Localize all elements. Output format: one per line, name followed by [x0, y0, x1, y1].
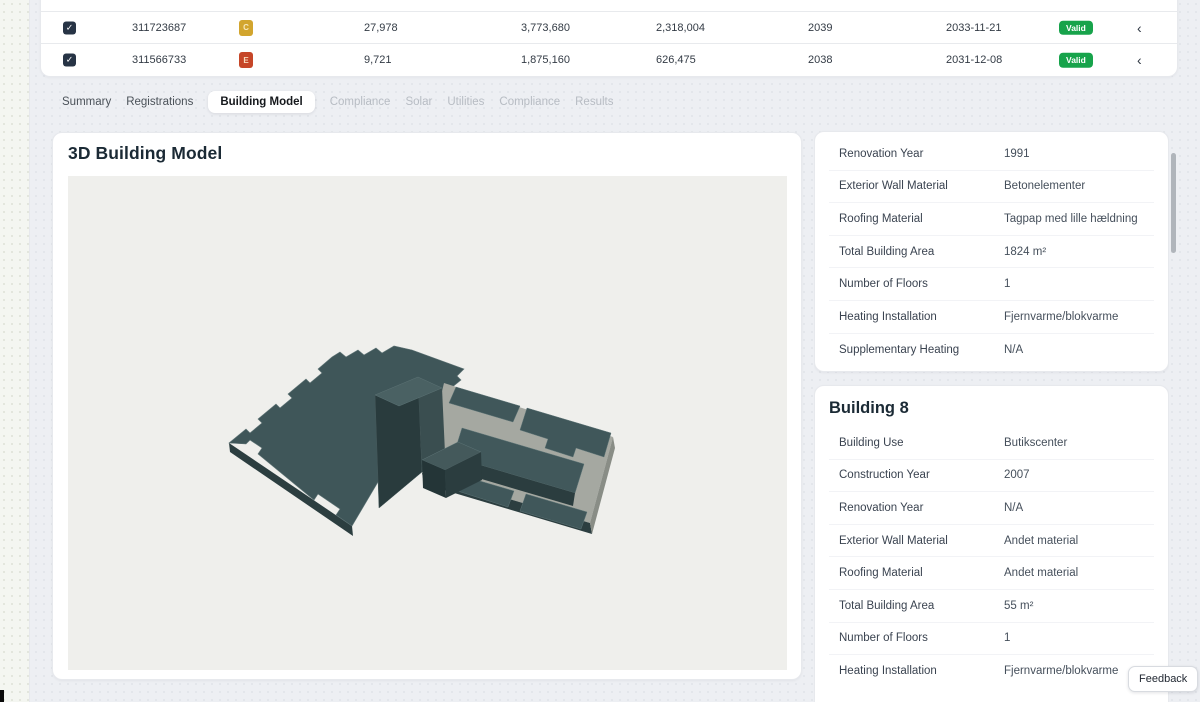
building-3d-viewport[interactable]: [68, 176, 787, 670]
valid-until-date: 2033-11-21: [946, 22, 1001, 34]
detail-row: Construction Year 2007: [829, 460, 1154, 493]
building-8-rows: Building Use Butikscenter Construction Y…: [829, 427, 1154, 688]
tab[interactable]: Compliance: [499, 96, 560, 108]
chevron-left-icon[interactable]: ‹: [1137, 20, 1142, 36]
detail-value: Betonelementer: [1004, 180, 1085, 192]
detail-value: 55 m²: [1004, 600, 1033, 612]
value-c: 626,475: [656, 54, 696, 66]
detail-label: Roofing Material: [839, 213, 923, 225]
tab[interactable]: Building Model: [208, 91, 314, 113]
detail-label: Building Use: [839, 437, 904, 449]
card-title: Building 8: [829, 386, 1154, 427]
dotted-sidebar-strip: [0, 0, 30, 702]
detail-label: Total Building Area: [839, 246, 934, 258]
detail-label: Number of Floors: [839, 278, 928, 290]
tab[interactable]: Results: [575, 96, 613, 108]
energy-label-badge: C: [239, 20, 253, 36]
feedback-button[interactable]: Feedback: [1128, 666, 1198, 692]
detail-row: Total Building Area 55 m²: [829, 590, 1154, 623]
detail-row: Heating Installation Fjernvarme/blokvarm…: [829, 301, 1154, 334]
details-column: Renovation Year 1991 Exterior Wall Mater…: [814, 130, 1169, 702]
detail-row: Renovation Year 1991: [829, 138, 1154, 171]
detail-value: Butikscenter: [1004, 437, 1067, 449]
detail-row: Roofing Material Tagpap med lille hældni…: [829, 203, 1154, 236]
detail-value: Andet material: [1004, 567, 1078, 579]
detail-label: Exterior Wall Material: [839, 535, 948, 547]
detail-row: Exterior Wall Material Andet material: [829, 525, 1154, 558]
detail-row: Renovation Year N/A: [829, 492, 1154, 525]
table-row[interactable]: ✓ 311566733 E 9,721 1,875,160 626,475 20…: [41, 44, 1177, 76]
page-title: 3D Building Model: [68, 143, 222, 164]
detail-label: Heating Installation: [839, 665, 937, 677]
detail-value: Tagpap med lille hældning: [1004, 213, 1138, 225]
detail-value: 1: [1004, 278, 1010, 290]
corner-notch: [0, 690, 4, 702]
table-row[interactable]: ✓ 311723687 C 27,978 3,773,680 2,318,004…: [41, 12, 1177, 44]
building-id: 311566733: [132, 54, 186, 66]
value-b: 3,773,680: [521, 22, 570, 34]
detail-row: Exterior Wall Material Betonelementer: [829, 171, 1154, 204]
detail-label: Roofing Material: [839, 567, 923, 579]
value-b: 1,875,160: [521, 54, 570, 66]
tab[interactable]: Solar: [405, 96, 432, 108]
valid-until-date: 2031-12-08: [946, 54, 1002, 66]
model-panel: 3D Building Model: [52, 132, 802, 680]
app-root: { "icons": { "check": "✓", "chevron_left…: [0, 0, 1200, 702]
detail-value: N/A: [1004, 344, 1023, 356]
detail-value: N/A: [1004, 502, 1023, 514]
detail-row: Heating Installation Fjernvarme/blokvarm…: [829, 655, 1154, 688]
detail-label: Supplementary Heating: [839, 344, 959, 356]
value-a: 9,721: [364, 54, 392, 66]
year: 2038: [808, 54, 832, 66]
status-badge: Valid: [1059, 20, 1093, 35]
detail-value: Fjernvarme/blokvarme: [1004, 665, 1118, 677]
detail-row: Supplementary Heating N/A: [829, 334, 1154, 367]
detail-label: Construction Year: [839, 469, 930, 481]
detail-value: 1: [1004, 632, 1010, 644]
row-checkbox[interactable]: ✓: [63, 54, 76, 67]
detail-value: 2007: [1004, 469, 1030, 481]
detail-row: Total Building Area 1824 m²: [829, 236, 1154, 269]
detail-value: Fjernvarme/blokvarme: [1004, 311, 1118, 323]
detail-label: Heating Installation: [839, 311, 937, 323]
building-details-card: Renovation Year 1991 Exterior Wall Mater…: [814, 131, 1169, 372]
tab[interactable]: Compliance: [330, 96, 391, 108]
detail-label: Renovation Year: [839, 502, 923, 514]
value-c: 2,318,004: [656, 22, 705, 34]
row-checkbox[interactable]: ✓: [63, 21, 76, 34]
detail-row: Building Use Butikscenter: [829, 427, 1154, 460]
building-id: 311723687: [132, 22, 186, 34]
detail-label: Renovation Year: [839, 148, 923, 160]
tab[interactable]: Utilities: [447, 96, 484, 108]
year: 2039: [808, 22, 832, 34]
tab[interactable]: Registrations: [126, 96, 193, 108]
status-badge: Valid: [1059, 53, 1093, 68]
scrollbar-thumb[interactable]: [1171, 153, 1176, 253]
detail-row: Roofing Material Andet material: [829, 557, 1154, 590]
value-a: 27,978: [364, 22, 398, 34]
table-row-partial[interactable]: [41, 0, 1177, 12]
detail-row: Number of Floors 1: [829, 623, 1154, 656]
energy-label-badge: E: [239, 52, 253, 68]
detail-value: Andet material: [1004, 535, 1078, 547]
tab[interactable]: Summary: [62, 96, 111, 108]
detail-label: Number of Floors: [839, 632, 928, 644]
detail-value: 1991: [1004, 148, 1030, 160]
detail-label: Exterior Wall Material: [839, 180, 948, 192]
building-8-card: Building 8 Building Use Butikscenter Con…: [814, 385, 1169, 702]
chevron-left-icon[interactable]: ‹: [1137, 52, 1142, 68]
tab-bar: Summary Registrations Building Model Com…: [62, 90, 613, 114]
table-body: ✓ 311723687 C 27,978 3,773,680 2,318,004…: [41, 12, 1177, 76]
detail-value: 1824 m²: [1004, 246, 1046, 258]
detail-row: Number of Floors 1: [829, 268, 1154, 301]
building-3d-model: [68, 176, 787, 670]
results-table: ✓ 311723687 C 27,978 3,773,680 2,318,004…: [40, 0, 1178, 77]
detail-label: Total Building Area: [839, 600, 934, 612]
